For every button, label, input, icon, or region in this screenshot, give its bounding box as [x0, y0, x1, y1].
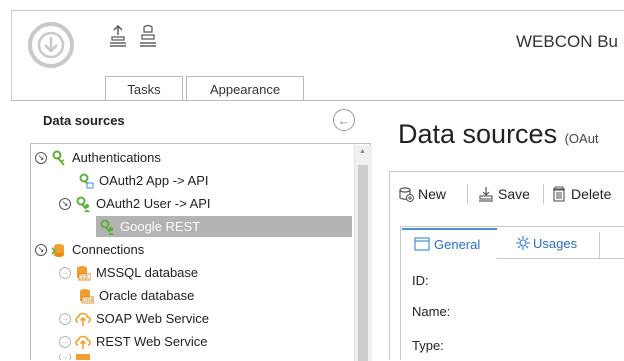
key-icon — [78, 173, 94, 189]
usages-icon — [515, 235, 531, 251]
details-panel: Data sources (OAut New Save Delete Gener… — [371, 101, 624, 360]
scroll-thumb[interactable] — [358, 165, 368, 361]
tree-item-connections[interactable]: ↘ Connections — [35, 239, 144, 260]
tab-general[interactable]: General — [402, 228, 497, 258]
panel-title: Data sources — [43, 113, 125, 128]
tree-item-label: Oracle database — [99, 288, 195, 303]
expand-icon: → — [59, 354, 71, 360]
field-label-type: Type: — [412, 338, 444, 353]
expand-icon[interactable]: → — [59, 335, 71, 348]
page-title-text: Data sources — [398, 119, 558, 149]
tree-item-label: OAuth2 User -> API — [96, 196, 211, 211]
save-icon — [478, 186, 494, 202]
tree-item-label: SOAP Web Service — [96, 311, 209, 326]
tab-tasks[interactable]: Tasks — [105, 76, 183, 101]
key-user-icon — [75, 196, 91, 212]
delete-button[interactable]: Delete — [551, 184, 611, 204]
tab-separator — [599, 232, 600, 258]
import-icon[interactable] — [139, 24, 157, 48]
tab-appearance[interactable]: Appearance — [186, 76, 304, 101]
field-label-id: ID: — [412, 273, 429, 288]
expand-icon[interactable]: → — [59, 266, 71, 279]
key-group-icon — [51, 150, 67, 166]
new-button[interactable]: New — [398, 184, 446, 204]
tree-item-cut-off: → — [59, 354, 96, 360]
tree-item-label: Google REST — [120, 219, 201, 234]
tree-item-oracle[interactable]: ORA Oracle database — [78, 285, 194, 306]
tree-item-label: Connections — [72, 242, 145, 257]
collapse-icon[interactable]: ↘ — [59, 197, 71, 210]
connections-icon — [51, 242, 67, 258]
tree-item-soap[interactable]: → SOAP Web Service — [59, 308, 209, 329]
page-title: Data sources (OAut — [398, 119, 599, 150]
collapse-icon[interactable]: ↘ — [35, 151, 47, 164]
tree-item-oauth2-user[interactable]: ↘ OAuth2 User -> API — [59, 193, 211, 214]
tree-item-mssql[interactable]: → SQL MSSQL database — [59, 262, 198, 283]
tree-item-google-rest[interactable]: Google REST — [96, 216, 352, 237]
tree-scrollbar[interactable]: ▲ — [354, 145, 372, 361]
tab-usages-label: Usages — [533, 235, 578, 251]
export-icon[interactable] — [109, 24, 127, 48]
ribbon: WEBCON Bu Tasks Appearance — [0, 0, 624, 101]
window-icon — [414, 236, 430, 252]
ribbon-border — [11, 10, 624, 11]
tree-item-rest[interactable]: → REST Web Service — [59, 331, 208, 352]
database-ora-icon: ORA — [78, 288, 95, 304]
app-title: WEBCON Bu — [516, 32, 619, 51]
svg-text:ORA: ORA — [83, 298, 94, 304]
key-user-icon — [99, 219, 115, 235]
save-button[interactable]: Save — [478, 184, 530, 204]
tree-item-label: Authentications — [72, 150, 161, 165]
form-tabs-divider — [497, 258, 624, 259]
new-database-icon — [398, 186, 414, 202]
tab-general-label: General — [434, 236, 481, 252]
data-sources-tree: ↘ Authentications OAuth2 App -> API ↘ OA… — [30, 143, 372, 361]
svg-text:SQL: SQL — [80, 275, 90, 281]
data-sources-panel: Data sources ← ↘ Authentications OAuth2 … — [30, 101, 372, 361]
collapse-icon[interactable]: ↘ — [35, 243, 47, 256]
database-sql-icon: SQL — [75, 265, 92, 281]
tree-item-label: MSSQL database — [96, 265, 199, 280]
cloud-upload-icon — [75, 311, 91, 327]
save-button-label: Save — [498, 186, 530, 202]
expand-icon[interactable]: → — [59, 312, 71, 325]
tree-item-authentications[interactable]: ↘ Authentications — [35, 147, 161, 168]
tab-usages[interactable]: Usages — [515, 228, 599, 258]
field-label-name: Name: — [412, 304, 451, 319]
tree-item-label: REST Web Service — [96, 334, 208, 349]
delete-button-label: Delete — [571, 186, 612, 202]
folder-icon — [75, 354, 91, 360]
tree-item-oauth2-app[interactable]: OAuth2 App -> API — [78, 170, 209, 191]
toolbar-separator — [467, 184, 468, 204]
tree-item-label: OAuth2 App -> API — [99, 173, 209, 188]
page-subtitle: (OAut — [564, 131, 599, 146]
download-circle-icon[interactable] — [28, 22, 74, 68]
new-button-label: New — [418, 186, 447, 202]
ribbon-border-left — [11, 10, 12, 101]
toolbar-separator — [543, 184, 544, 204]
collapse-panel-icon[interactable]: ← — [333, 109, 355, 131]
scroll-up-arrow-icon[interactable]: ▲ — [359, 148, 366, 155]
cloud-upload-icon — [75, 334, 91, 350]
trash-icon — [551, 186, 567, 202]
